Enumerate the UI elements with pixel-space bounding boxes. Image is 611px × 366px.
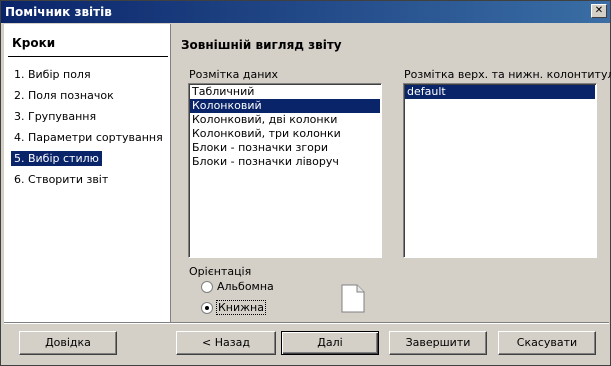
portrait-label[interactable]: Книжна xyxy=(216,300,266,315)
data-layout-option[interactable]: Колонковий xyxy=(190,99,380,113)
steps-divider xyxy=(8,56,168,57)
data-layout-option[interactable]: Колонковий, дві колонки xyxy=(190,113,380,127)
close-button[interactable]: ✕ xyxy=(591,4,607,18)
step-choose-layout[interactable]: 5. Вибір стилю xyxy=(11,151,102,166)
orientation-label: Орієнтація xyxy=(189,265,252,278)
steps-heading: Кроки xyxy=(12,36,56,50)
landscape-radio[interactable] xyxy=(201,280,213,293)
data-layout-option[interactable]: Блоки - позначки згори xyxy=(190,141,380,155)
close-icon: ✕ xyxy=(594,5,604,16)
header-footer-option[interactable]: default xyxy=(405,85,595,99)
data-layout-option[interactable]: Блоки - позначки ліворуч xyxy=(190,155,380,169)
page-title: Зовнішній вигляд звіту xyxy=(181,38,342,52)
help-button[interactable]: Довідка xyxy=(19,331,117,355)
step-sort-options[interactable]: 4. Параметри сортування xyxy=(11,130,166,145)
title-bar: Помічник звітів ✕ xyxy=(1,1,610,23)
cancel-button[interactable]: Скасувати xyxy=(498,331,596,355)
panel-divider xyxy=(170,24,171,322)
orientation-landscape[interactable]: Альбомна xyxy=(201,280,274,293)
data-layout-listbox[interactable]: Табличний Колонковий Колонковий, дві кол… xyxy=(188,83,382,258)
window-title: Помічник звітів xyxy=(5,5,112,19)
orientation-portrait[interactable]: Книжна xyxy=(201,300,266,315)
data-layout-option[interactable]: Табличний xyxy=(190,85,380,99)
data-layout-option[interactable]: Колонковий, три колонки xyxy=(190,127,380,141)
header-footer-layout-listbox[interactable]: default xyxy=(403,83,597,258)
portrait-page-icon xyxy=(341,284,365,313)
portrait-radio[interactable] xyxy=(201,301,213,314)
step-label-fields[interactable]: 2. Поля позначок xyxy=(11,88,117,103)
steps-panel: Кроки 1. Вибір поля 2. Поля позначок 3. … xyxy=(4,24,170,322)
data-layout-label: Розмітка даних xyxy=(189,68,279,81)
step-create-report[interactable]: 6. Створити звіт xyxy=(11,172,111,187)
finish-button[interactable]: Завершити xyxy=(389,331,487,355)
report-wizard-dialog: Помічник звітів ✕ Кроки 1. Вибір поля 2.… xyxy=(0,0,611,366)
button-bar-separator xyxy=(4,322,609,324)
back-button[interactable]: < Назад xyxy=(176,331,276,355)
header-footer-layout-label: Розмітка верх. та нижн. колонтитула xyxy=(404,68,611,81)
step-grouping[interactable]: 3. Групування xyxy=(11,109,99,124)
landscape-label[interactable]: Альбомна xyxy=(217,280,274,293)
next-button[interactable]: Далі xyxy=(281,331,379,355)
step-select-fields[interactable]: 1. Вибір поля xyxy=(11,67,94,82)
